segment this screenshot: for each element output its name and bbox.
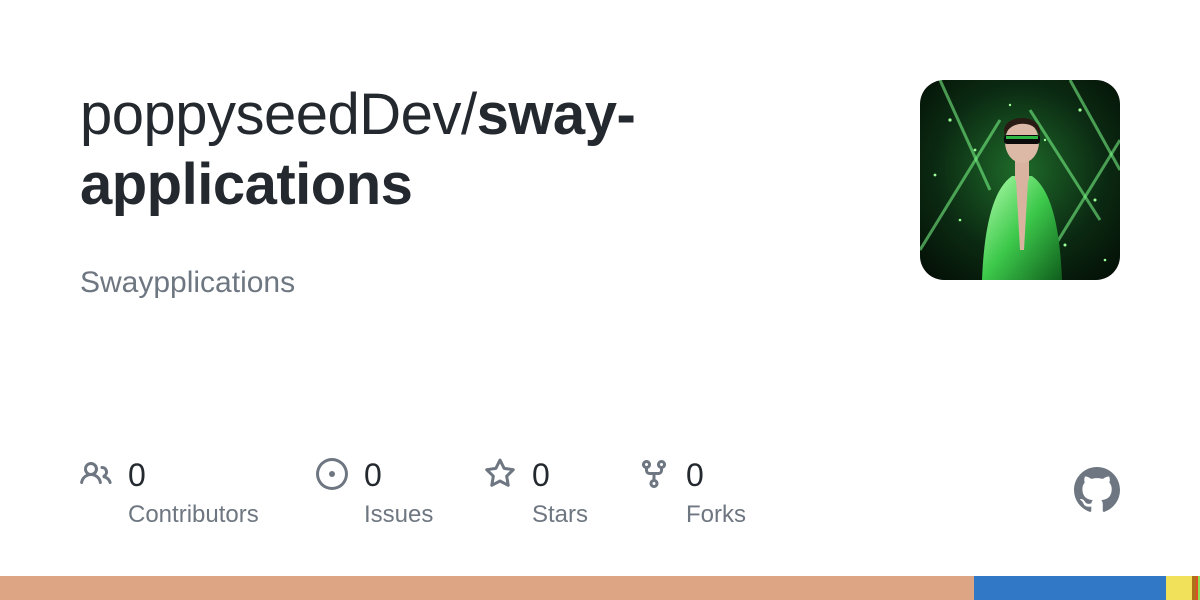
language-bar-segment (0, 576, 975, 600)
issue-opened-icon (316, 458, 348, 490)
language-bar-segment (974, 576, 1167, 600)
forks-count: 0 (686, 457, 704, 493)
repo-owner[interactable]: poppyseedDev/ (80, 82, 477, 147)
issues-label: Issues (364, 501, 434, 528)
star-icon (485, 458, 515, 487)
owner-avatar[interactable] (920, 80, 1120, 280)
stars-count: 0 (532, 457, 550, 493)
repo-social-card: poppyseedDev/sway-applications Swaypplic… (0, 0, 1200, 600)
issues-count: 0 (364, 457, 382, 493)
contributors-count: 0 (128, 457, 146, 493)
stars-label: Stars (532, 501, 589, 528)
people-icon (80, 461, 112, 485)
avatar-image (920, 80, 1120, 280)
forks-label: Forks (686, 501, 746, 528)
repo-stats: 0 Contributors 0 Issues 0 Stars 0 Forks (80, 452, 980, 542)
language-bar-segment (1166, 576, 1193, 600)
language-bar (0, 576, 1200, 600)
github-mark-icon[interactable] (1074, 467, 1120, 513)
repo-forked-icon (642, 460, 666, 489)
repo-description: Swaypplications (80, 266, 296, 299)
contributors-label: Contributors (128, 501, 259, 528)
repo-title[interactable]: poppyseedDev/sway-applications (80, 80, 860, 220)
